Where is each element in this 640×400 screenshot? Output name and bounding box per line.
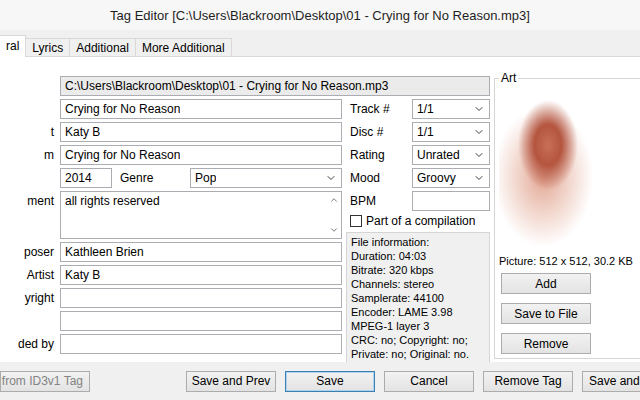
- scroll-up-icon[interactable]: [329, 195, 339, 205]
- left-fields: Crying for No ReasontKaty BmCrying for N…: [0, 99, 342, 364]
- fields-column: C:\Users\Blackroom\Desktop\01 - Crying f…: [0, 71, 490, 362]
- art-title: Art: [499, 71, 518, 85]
- title-bar: Tag Editor [C:\Users\Blackroom\Desktop\0…: [0, 0, 640, 30]
- dialog-button[interactable]: Save and Prev: [186, 371, 276, 392]
- tab[interactable]: More Additional: [135, 38, 232, 57]
- file-info-line: Bitrate: 320 kbps: [351, 263, 485, 277]
- text-field[interactable]: [412, 191, 490, 211]
- file-information: File information:Duration: 04:03Bitrate:…: [346, 232, 490, 364]
- scroll-down-icon[interactable]: [329, 225, 339, 235]
- field-label: Track #: [346, 99, 410, 119]
- art-buttons: Add Save to File Remove: [499, 273, 640, 354]
- compilation-checkbox[interactable]: [350, 215, 362, 227]
- text-field[interactable]: [60, 334, 342, 354]
- field-row: mentall rights reserved: [0, 191, 342, 239]
- picture-info: Picture: 512 x 512, 30.2 KB: [499, 255, 640, 267]
- dropdown-arrow-icon[interactable]: [473, 126, 485, 138]
- field-row: Disc #1/1: [346, 122, 490, 142]
- dropdown-arrow-icon[interactable]: [325, 172, 337, 184]
- field-label: [0, 76, 58, 79]
- tab[interactable]: ral: [0, 35, 26, 57]
- file-info-line: Duration: 04:03: [351, 249, 485, 263]
- art-button[interactable]: Save to File: [501, 303, 591, 324]
- text-field[interactable]: Kathleen Brien: [60, 242, 342, 262]
- field-row: ArtistKaty B: [0, 265, 342, 285]
- text-field[interactable]: Katy B: [60, 265, 342, 285]
- field-row: BPM: [346, 191, 490, 211]
- comment-field[interactable]: all rights reserved: [60, 191, 342, 239]
- field-row: tKaty B: [0, 122, 342, 142]
- select-field[interactable]: 1/1: [412, 122, 490, 142]
- select-field[interactable]: Groovy: [412, 168, 490, 188]
- field-row: Track #1/1: [346, 99, 490, 119]
- file-info-line: Private: no; Original: no.: [351, 347, 485, 361]
- field-label: m: [0, 145, 58, 162]
- file-info-line: CRC: no; Copyright: no;: [351, 333, 485, 347]
- tag-editor-window: Tag Editor [C:\Users\Blackroom\Desktop\0…: [0, 0, 640, 400]
- file-info-title: File information:: [351, 235, 485, 249]
- tab[interactable]: Lyrics: [25, 38, 70, 57]
- field-row: poserKathleen Brien: [0, 242, 342, 262]
- field-label: poser: [0, 242, 58, 259]
- field-label: BPM: [346, 191, 410, 211]
- tab[interactable]: Additional: [69, 38, 136, 57]
- field-label: Artist: [0, 265, 58, 282]
- genre-label: Genre: [112, 168, 190, 188]
- field-row: [0, 311, 342, 331]
- field-row: RatingUnrated: [346, 145, 490, 165]
- select-field[interactable]: 1/1: [412, 99, 490, 119]
- field-row: Crying for No Reason: [0, 99, 342, 119]
- field-row: 2014GenrePop: [0, 168, 342, 188]
- text-field[interactable]: Katy B: [60, 122, 342, 142]
- field-label: yright: [0, 288, 58, 305]
- right-fields: Track #1/1Disc #1/1RatingUnratedMoodGroo…: [346, 99, 490, 364]
- dropdown-arrow-icon[interactable]: [473, 103, 485, 115]
- path-field: C:\Users\Blackroom\Desktop\01 - Crying f…: [60, 76, 490, 96]
- file-info-line: Encoder: LAME 3.98: [351, 305, 485, 319]
- text-field[interactable]: Crying for No Reason: [60, 99, 342, 119]
- year-genre-row: 2014GenrePop: [60, 168, 342, 188]
- field-row: mCrying for No Reason: [0, 145, 342, 165]
- cover-picture: [499, 89, 597, 249]
- dropdown-arrow-icon[interactable]: [473, 172, 485, 184]
- text-field[interactable]: [60, 311, 342, 331]
- field-label: Disc #: [346, 122, 410, 142]
- dialog-button[interactable]: Cancel: [384, 371, 474, 392]
- field-label: [0, 311, 58, 314]
- field-row: MoodGroovy: [346, 168, 490, 188]
- file-info-line: Channels: stereo: [351, 277, 485, 291]
- dropdown-arrow-icon[interactable]: [473, 149, 485, 161]
- tab-strip: ralLyricsAdditionalMore Additional: [0, 30, 640, 56]
- dialog-button[interactable]: Save and: [582, 371, 640, 392]
- field-row: ded by: [0, 334, 342, 354]
- art-group: Art Picture: 512 x 512, 30.2 KB Add Save to…: [494, 71, 640, 359]
- text-field[interactable]: Crying for No Reason: [60, 145, 342, 165]
- art-button[interactable]: Remove: [501, 333, 591, 354]
- dialog-button[interactable]: Remove Tag: [483, 371, 573, 392]
- bottom-bar: from ID3v1 Tag Save and Prev Save Cancel Rem…: [0, 362, 640, 400]
- field-label: Rating: [346, 145, 410, 165]
- field-row: yright: [0, 288, 342, 308]
- select-field[interactable]: Unrated: [412, 145, 490, 165]
- field-label: ded by: [0, 334, 58, 351]
- art-button[interactable]: Add: [501, 273, 591, 294]
- file-info-line: MPEG-1 layer 3: [351, 319, 485, 333]
- file-info-line: Samplerate: 44100: [351, 291, 485, 305]
- path-row: C:\Users\Blackroom\Desktop\01 - Crying f…: [0, 76, 490, 96]
- text-field[interactable]: [60, 288, 342, 308]
- genre-select[interactable]: Pop: [190, 168, 342, 188]
- general-panel: C:\Users\Blackroom\Desktop\01 - Crying f…: [0, 56, 640, 362]
- field-label: [0, 99, 58, 102]
- dialog-button[interactable]: Save: [285, 371, 375, 392]
- field-label: [0, 168, 58, 171]
- year-field[interactable]: 2014: [60, 168, 112, 188]
- compilation-checkbox-row[interactable]: Part of a compilation: [346, 214, 490, 228]
- field-label: Mood: [346, 168, 410, 188]
- field-columns: Crying for No ReasontKaty BmCrying for N…: [0, 99, 490, 364]
- scrollbar[interactable]: [327, 194, 341, 238]
- dialog-button: from ID3v1 Tag: [0, 371, 90, 392]
- field-label: ment: [0, 191, 58, 208]
- field-label: t: [0, 122, 58, 139]
